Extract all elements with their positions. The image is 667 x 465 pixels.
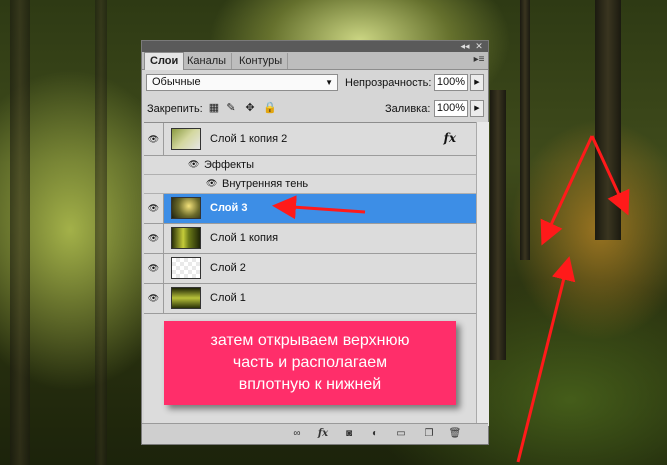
annotation-arrows	[272, 135, 630, 463]
arrow-to-canvas	[590, 135, 630, 216]
arrow-to-layer	[272, 195, 366, 220]
arrow-to-canvas	[540, 135, 594, 246]
arrow-to-canvas	[516, 256, 576, 463]
